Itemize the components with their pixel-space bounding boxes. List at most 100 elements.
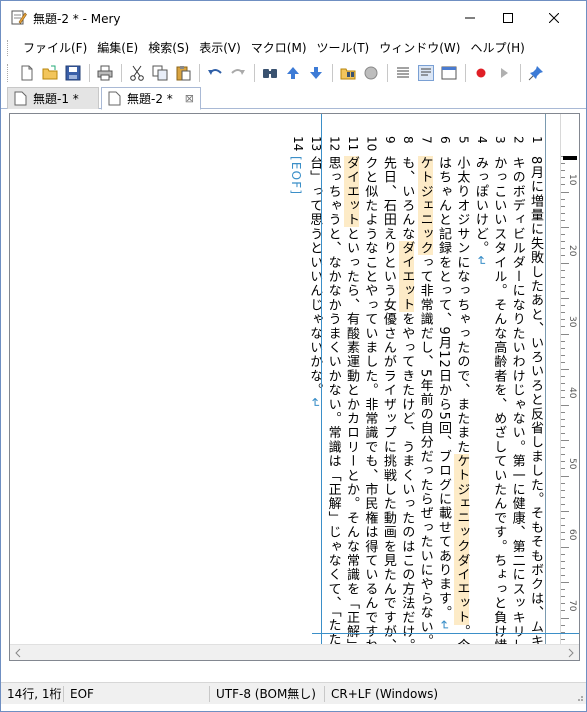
ruler-tick: [561, 305, 565, 307]
eof-indicator: EOF: [70, 687, 94, 701]
ruler-tick: [561, 489, 565, 491]
menu-help[interactable]: ヘルプ(H): [465, 38, 529, 58]
ruler-label: 20: [567, 245, 577, 257]
new-file-button[interactable]: [16, 62, 38, 84]
tab-untitled-2[interactable]: 無題-2 * ⊠: [101, 87, 201, 110]
app-notepad-icon: [11, 10, 27, 25]
text-line[interactable]: 8月に増量に失敗したあと、いろいろと反省しました。そもそもボクは、ムキム: [526, 156, 544, 660]
line-number: 10: [364, 136, 379, 152]
tab-untitled-1[interactable]: 無題-1 *: [7, 87, 99, 109]
ruler-tick: [561, 418, 565, 420]
text-line[interactable]: 小太りオジサンになっちゃったので、またまたケトジェニックダイエット。今回↵: [452, 156, 470, 660]
horizontal-scrollbar[interactable]: [10, 644, 579, 660]
ruler-tick: [561, 276, 565, 278]
menu-file[interactable]: ファイル(F): [18, 38, 92, 58]
ruler-button[interactable]: [438, 62, 460, 84]
menu-window[interactable]: ウィンドウ(W): [374, 38, 465, 58]
ruler-tick: [561, 582, 569, 583]
cut-button[interactable]: [126, 62, 148, 84]
undo-button[interactable]: [204, 62, 226, 84]
text-line[interactable]: も、いろんなダイエットをやってきたけど、うまくいったのはこの方法だけ。↵: [397, 156, 415, 660]
menu-macro[interactable]: マクロ(M): [246, 38, 312, 58]
find-previous-button[interactable]: [282, 62, 304, 84]
ruler-tick: [561, 454, 565, 456]
text-line[interactable]: キのボディビルダーになりたいわけじゃない。第一に健康、第二にスッキリした: [508, 156, 526, 660]
line-number: 1: [530, 136, 544, 144]
wrap-window-button[interactable]: [415, 62, 437, 84]
text-line[interactable]: はちゃんと記録をとって、9月12日から5回、ブログに載せてあります。↵: [434, 156, 452, 646]
redo-button[interactable]: [227, 62, 249, 84]
ruler-tick: [561, 475, 569, 477]
toolbar-separator: [121, 64, 122, 82]
ruler-tick: [561, 205, 565, 207]
menu-search[interactable]: 検索(S): [143, 38, 194, 58]
print-button[interactable]: [94, 62, 116, 84]
resize-grip-icon[interactable]: [574, 692, 584, 702]
tab-label: 無題-2 *: [127, 92, 173, 106]
clear-highlight-button[interactable]: [360, 62, 382, 84]
ruler-tick: [561, 511, 569, 512]
text-line[interactable]: かっこいいスタイル。そんな高齢者を、めざしていたんです。ちょっと負け惜し: [489, 156, 507, 660]
no-wrap-button[interactable]: [392, 62, 414, 84]
text-editor[interactable]: 10 20 30 40 50 60 70 1 2 3 4 5 6 7 8 9 10 11 12 13 14 8月に増量…: [9, 113, 580, 661]
find-next-button[interactable]: [305, 62, 327, 84]
ruler-tick: [561, 298, 569, 299]
ruler-tick: [561, 553, 565, 555]
close-button[interactable]: [531, 1, 577, 35]
find-in-files-button[interactable]: [337, 62, 359, 84]
text-line[interactable]: ダイエットといったら、有酸素運動とかカロリーとか。そんな常識を「正解」と: [342, 156, 360, 660]
print-icon: [97, 65, 113, 81]
text-line[interactable]: 思っちゃうと、なかなかうまくいかない。常識は「正解」じゃなくて、「たたき: [324, 156, 342, 660]
document-icon: [14, 91, 27, 106]
text-line[interactable]: 先日、石田えりという女優さんがライザップに挑戦した動画を見たんですが、ボ: [379, 156, 397, 660]
toolbar-separator: [254, 64, 255, 82]
play-macro-button[interactable]: [493, 62, 515, 84]
line-number: 9: [382, 136, 397, 144]
maximize-button[interactable]: [485, 1, 531, 35]
ruler-tick: [561, 468, 565, 470]
tab-label: 無題-1 *: [33, 92, 79, 106]
menu-view[interactable]: 表示(V): [194, 38, 246, 58]
find-button[interactable]: [259, 62, 281, 84]
toolbar-grip[interactable]: [7, 64, 10, 82]
ruler-label: 40: [567, 387, 577, 399]
ruler-tick: [561, 589, 565, 591]
copy-icon: [152, 65, 168, 81]
pin-button[interactable]: [525, 62, 547, 84]
copy-button[interactable]: [149, 62, 171, 84]
encoding-status[interactable]: UTF-8 (BOM無し): [216, 686, 316, 702]
new-file-icon: [21, 65, 33, 81]
tab-close-icon[interactable]: ⊠: [185, 92, 194, 105]
menubar-grip[interactable]: [7, 40, 10, 56]
ruler-tick: [561, 496, 565, 498]
vertical-ruler: 10 20 30 40 50 60 70: [560, 114, 579, 654]
maximize-icon: [503, 13, 513, 23]
ruler-tick: [561, 390, 565, 392]
text-line[interactable]: みっぽいけど。↵: [471, 156, 489, 646]
menu-tools[interactable]: ツール(T): [312, 38, 375, 58]
open-button[interactable]: [39, 62, 61, 84]
menu-edit[interactable]: 編集(E): [92, 38, 143, 58]
scroll-right-icon[interactable]: [567, 648, 575, 658]
ruler-tick: [561, 518, 565, 520]
eof-marker[interactable]: [EOF]: [287, 156, 305, 646]
ruler-tick: [561, 262, 569, 264]
status-divider: [209, 686, 210, 702]
newline-status[interactable]: CR+LF (Windows): [331, 686, 438, 702]
ruler-tick: [561, 447, 565, 449]
record-macro-icon: [476, 68, 486, 78]
pin-icon: [528, 66, 543, 81]
paste-button[interactable]: [172, 62, 194, 84]
line-number: 8: [401, 136, 416, 144]
ruler-tick: [561, 319, 565, 321]
record-macro-button[interactable]: [470, 62, 492, 84]
ruler-tick: [561, 290, 565, 292]
save-button[interactable]: [62, 62, 84, 84]
text-line[interactable]: ケトジェニックって非常識だし、5年前の自分だったらぜったいにやらない。で: [416, 156, 434, 660]
ruler-tick: [561, 617, 569, 619]
text-line[interactable]: クと似たようなことやっていました。非常識でも、市民権は得ているんですね。↵: [360, 156, 378, 660]
cut-icon: [130, 65, 144, 81]
scroll-left-icon[interactable]: [14, 648, 22, 658]
ruler-tick: [561, 227, 569, 228]
ruler-tick: [561, 269, 565, 271]
